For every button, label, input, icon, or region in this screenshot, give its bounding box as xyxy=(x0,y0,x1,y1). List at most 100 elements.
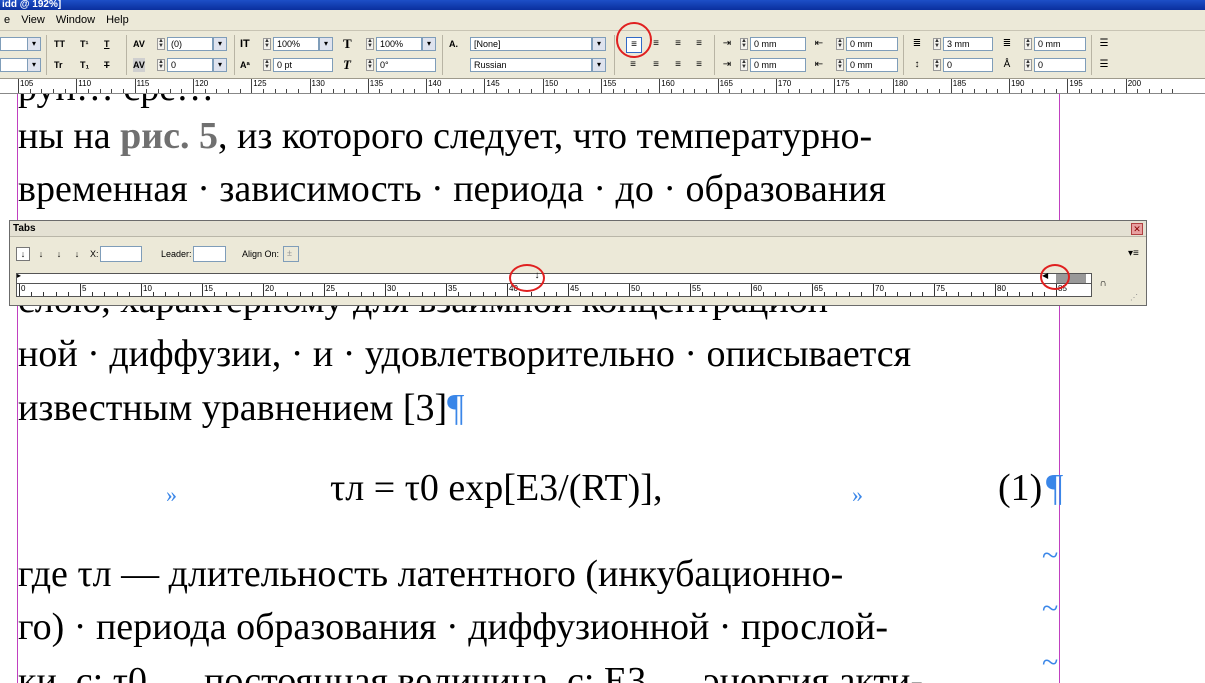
justify-center-icon[interactable]: ≡ xyxy=(649,58,663,72)
right-justified-tab-icon[interactable]: ↓ xyxy=(52,247,66,261)
horizontal-scale-field[interactable]: 100% xyxy=(376,37,422,51)
leader-field[interactable] xyxy=(193,246,226,262)
space-after-field[interactable]: 0 mm xyxy=(1034,37,1086,51)
skew-stepper[interactable]: ▲ ▼ xyxy=(366,59,374,71)
figure-reference[interactable]: рис. 5 xyxy=(120,115,218,157)
align-on-field[interactable]: ± xyxy=(283,246,299,262)
horizontal-scale-stepper[interactable]: ▲ ▼ xyxy=(366,38,374,50)
left-indent-stepper[interactable]: ▲ ▼ xyxy=(740,38,748,50)
first-line-indent-field[interactable]: 0 mm xyxy=(750,58,806,72)
right-indent-stepper[interactable]: ▲ ▼ xyxy=(836,38,844,50)
menu-window[interactable]: Window xyxy=(56,14,95,26)
font-style-dropdown[interactable]: ▾ xyxy=(27,58,41,72)
justify-all-icon[interactable]: ≡ xyxy=(692,58,706,72)
drop-cap-chars-stepper[interactable]: ▲ ▼ xyxy=(1024,59,1032,71)
menu-view[interactable]: View xyxy=(21,14,45,26)
panel-menu-icon[interactable]: ▾≡ xyxy=(1128,247,1139,261)
vertical-scale-stepper[interactable]: ▲ ▼ xyxy=(263,38,271,50)
menu-help[interactable]: Help xyxy=(106,14,129,26)
all-caps-button[interactable]: TT xyxy=(54,37,65,51)
left-indent-marker[interactable]: ▸ xyxy=(17,271,21,280)
font-family-dropdown[interactable]: ▾ xyxy=(27,37,41,51)
last-line-indent-stepper[interactable]: ▲ ▼ xyxy=(836,59,844,71)
ruler-minor-tick xyxy=(122,89,124,93)
ruler-label: 175 xyxy=(836,79,850,88)
separator xyxy=(442,35,443,75)
right-indent-field[interactable]: 0 mm xyxy=(846,37,898,51)
tracking-icon: AV xyxy=(133,39,145,49)
left-justified-tab-icon[interactable]: ↓ xyxy=(16,247,30,261)
kerning-stepper[interactable]: ▲ ▼ xyxy=(157,59,165,71)
left-indent-field[interactable]: 0 mm xyxy=(750,37,806,51)
justify-right-icon[interactable]: ≡ xyxy=(671,58,685,72)
font-family-field[interactable] xyxy=(0,37,28,51)
ruler-minor-tick xyxy=(472,89,474,93)
language-dropdown[interactable]: ▾ xyxy=(592,58,606,72)
vertical-scale-field[interactable]: 100% xyxy=(273,37,319,51)
vertical-scale-dropdown[interactable]: ▾ xyxy=(319,37,333,51)
ruler-minor-tick xyxy=(752,89,754,93)
tracking-stepper[interactable]: ▲ ▼ xyxy=(157,38,165,50)
align-towards-spine-icon[interactable]: ≡ xyxy=(692,37,706,51)
drop-cap-chars-field[interactable]: 0 xyxy=(1034,58,1086,72)
ruler-minor-tick xyxy=(985,89,987,93)
kerning-dropdown[interactable]: ▾ xyxy=(213,58,227,72)
space-before-field[interactable]: 3 mm xyxy=(943,37,993,51)
ruler-label: 145 xyxy=(486,79,500,88)
ruler-minor-tick xyxy=(554,89,556,93)
character-style-dropdown[interactable]: ▾ xyxy=(592,37,606,51)
strikethrough-button[interactable]: T xyxy=(104,58,110,72)
drop-cap-lines-stepper[interactable]: ▲ ▼ xyxy=(933,59,941,71)
center-justified-tab-icon[interactable]: ↓ xyxy=(34,247,48,261)
language-field[interactable]: Russian xyxy=(470,58,592,72)
font-style-field[interactable] xyxy=(0,58,28,72)
ruler-minor-tick xyxy=(461,89,463,93)
x-position-field[interactable] xyxy=(100,246,142,262)
bulleted-list-icon[interactable]: ☰ xyxy=(1097,37,1111,51)
drop-cap-lines-field[interactable]: 0 xyxy=(943,58,993,72)
tabs-ruler-minor-tick xyxy=(519,292,521,296)
first-line-indent-icon: ⇥ xyxy=(722,59,732,70)
tabs-ruler-label: 35 xyxy=(448,284,457,293)
ruler-minor-tick xyxy=(670,89,672,93)
tracking-field[interactable]: (0) xyxy=(167,37,213,51)
kerning-field[interactable]: 0 xyxy=(167,58,213,72)
space-before-stepper[interactable]: ▲ ▼ xyxy=(933,38,941,50)
numbered-list-icon[interactable]: ☰ xyxy=(1097,58,1111,72)
ruler-minor-tick xyxy=(1114,89,1116,93)
resize-grip-icon[interactable]: ⋰ xyxy=(1130,291,1138,305)
baseline-shift-field[interactable]: 0 pt xyxy=(273,58,333,72)
last-line-indent-field[interactable]: 0 mm xyxy=(846,58,898,72)
character-style-field[interactable]: [None] xyxy=(470,37,592,51)
close-icon[interactable]: ✕ xyxy=(1131,223,1143,235)
skew-field[interactable]: 0° xyxy=(376,58,436,72)
tabs-ruler-minor-tick xyxy=(360,292,362,296)
tracking-dropdown[interactable]: ▾ xyxy=(213,37,227,51)
separator xyxy=(903,35,904,75)
menu-edit[interactable]: e xyxy=(4,14,10,26)
right-margin-guide xyxy=(1059,94,1060,683)
justify-left-icon[interactable]: ≡ xyxy=(626,58,640,72)
tab-stop-strip[interactable]: ↓ ◀ ▸ xyxy=(16,270,1092,283)
text-line: рун… сре… xyxy=(18,94,214,110)
horizontal-scale-dropdown[interactable]: ▾ xyxy=(422,37,436,51)
ruler-major-tick xyxy=(834,79,836,93)
ruler-label: 110 xyxy=(78,79,92,88)
superscript-button[interactable]: T¹ xyxy=(80,37,89,51)
baseline-shift-stepper[interactable]: ▲ ▼ xyxy=(263,59,271,71)
align-right-icon[interactable]: ≡ xyxy=(671,37,685,51)
ruler-major-tick xyxy=(601,79,602,93)
underline-button[interactable]: T xyxy=(104,37,110,51)
tabs-ruler-major-tick xyxy=(568,284,569,296)
ruler-minor-tick xyxy=(787,89,789,93)
first-line-indent-stepper[interactable]: ▲ ▼ xyxy=(740,59,748,71)
tabs-ruler[interactable]: 0 5 10 15 20 25 30 35 40 45 50 55 60 65 70 75 80 85 xyxy=(16,283,1092,297)
align-to-decimal-tab-icon[interactable]: ↓ xyxy=(70,247,84,261)
space-after-stepper[interactable]: ▲ ▼ xyxy=(1024,38,1032,50)
magnet-icon[interactable]: ∩ xyxy=(1096,277,1110,291)
horizontal-ruler[interactable]: 105 110 115 120 125 130 135 140 145 150 155 160 165 1… xyxy=(0,79,1205,94)
ruler-label: 165 xyxy=(719,79,733,88)
subscript-button[interactable]: T₁ xyxy=(80,58,89,72)
document-page[interactable]: рун… сре… ны на рис. 5, из которого след… xyxy=(0,94,1205,683)
small-caps-button[interactable]: Tr xyxy=(54,58,63,72)
